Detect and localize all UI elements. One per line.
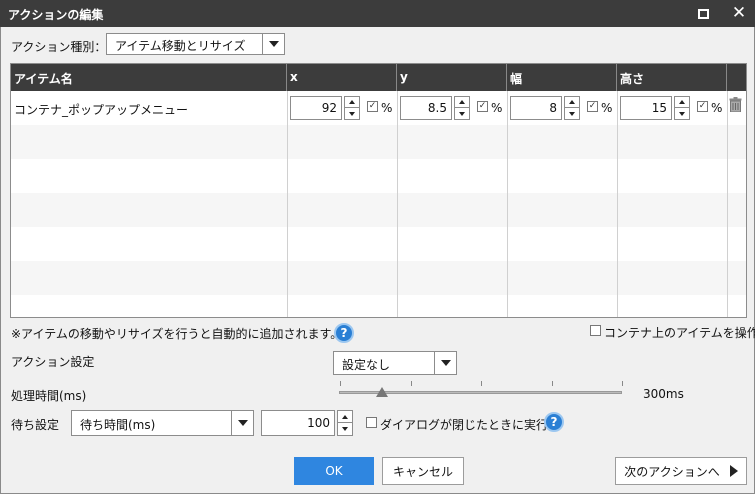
decrement-icon[interactable] [565,108,579,119]
width-input[interactable]: 8 [510,96,562,120]
increment-icon[interactable] [675,97,689,108]
height-stepper[interactable] [674,96,690,120]
title-bar: アクションの編集 ✕ [0,0,755,27]
action-edit-dialog: アクション種別： アイテム移動とリサイズ アイテム名 x y 幅 高さ コンテナ… [0,27,755,494]
column-divider [727,91,728,317]
action-setting-select[interactable]: 設定なし [333,351,457,375]
table-row-empty [11,125,746,159]
window-title: アクションの編集 [8,8,104,22]
y-percent-label: % [491,101,503,115]
cancel-button[interactable]: キャンセル [382,457,464,485]
height-percent-checkbox[interactable]: ✓ [697,101,708,112]
action-setting-value: 設定なし [342,358,391,372]
increment-icon[interactable] [565,97,579,108]
wait-time-stepper[interactable] [337,410,353,436]
maximize-icon [697,8,709,19]
action-type-value: アイテム移動とリサイズ [115,39,246,53]
column-header-x: x [287,64,397,91]
slider-tick [552,381,553,386]
help-icon[interactable]: ? [334,323,354,343]
y-stepper[interactable] [454,96,470,120]
processing-time-value: 300ms [643,387,684,401]
action-type-label: アクション種別： [11,40,107,54]
increment-icon[interactable] [338,411,352,423]
slider-tick [411,381,412,386]
decrement-icon[interactable] [675,108,689,119]
x-percent-checkbox[interactable]: ✓ [367,101,378,112]
after-dialog-checkbox[interactable] [366,417,377,428]
wait-mode-value: 待ち時間(ms) [80,418,156,432]
width-stepper[interactable] [564,96,580,120]
width-percent-checkbox[interactable]: ✓ [587,101,598,112]
close-icon: ✕ [731,3,747,23]
next-action-button[interactable]: 次のアクションへ [615,457,747,485]
column-header-y: y [397,64,507,91]
x-percent-label: % [381,101,393,115]
y-percent-checkbox[interactable]: ✓ [477,101,488,112]
table-row-empty [11,227,746,261]
x-input[interactable]: 92 [290,96,342,120]
slider-tick [481,381,482,386]
item-name-cell: コンテナ_ポップアップメニュー [14,103,189,117]
increment-icon[interactable] [455,97,469,108]
column-divider [287,91,288,317]
maximize-button[interactable] [688,0,718,27]
slider-tick [340,381,341,386]
column-divider [507,91,508,317]
processing-time-label: 処理時間(ms) [11,389,87,403]
chevron-down-icon[interactable] [231,411,253,435]
chevron-down-icon[interactable] [434,352,456,374]
auto-add-note: ※アイテムの移動やリサイズを行うと自動的に追加されます。 [11,327,343,341]
table-row-empty [11,159,746,193]
close-button[interactable]: ✕ [724,0,754,27]
y-input[interactable]: 8.5 [400,96,452,120]
wait-time-input[interactable]: 100 [261,410,335,436]
action-type-select[interactable]: アイテム移動とリサイズ [106,33,285,55]
column-header-item-name: アイテム名 [11,64,287,91]
table-row-empty [11,261,746,295]
column-header-width: 幅 [507,64,617,91]
table-row-empty [11,295,746,317]
action-setting-label: アクション設定 [11,355,95,369]
column-divider [617,91,618,317]
x-stepper[interactable] [344,96,360,120]
trash-icon[interactable] [729,97,742,112]
decrement-icon[interactable] [345,108,359,119]
help-icon[interactable]: ? [544,412,564,432]
slider-tick [622,381,623,386]
decrement-icon[interactable] [338,423,352,435]
table-row-empty [11,193,746,227]
slider-handle[interactable] [376,387,389,397]
table-header: アイテム名 x y 幅 高さ [11,64,746,91]
width-percent-label: % [601,101,613,115]
increment-icon[interactable] [345,97,359,108]
container-op-checkbox[interactable] [590,325,601,336]
ok-button[interactable]: OK [294,457,374,485]
chevron-right-icon [729,465,738,477]
wait-mode-select[interactable]: 待ち時間(ms) [71,410,254,436]
decrement-icon[interactable] [455,108,469,119]
container-op-label: コンテナ上のアイテムを操作 [604,326,755,340]
chevron-down-icon[interactable] [262,34,284,54]
column-header-height: 高さ [617,64,727,91]
column-divider [397,91,398,317]
height-input[interactable]: 15 [620,96,672,120]
height-percent-label: % [711,101,723,115]
next-action-label: 次のアクションへ [624,464,720,479]
items-table: アイテム名 x y 幅 高さ コンテナ_ポップアップメニュー 92 ✓ % 8.… [10,63,747,318]
after-dialog-label: ダイアログが閉じたときに実行 [380,418,549,432]
wait-setting-label: 待ち設定 [11,418,60,432]
